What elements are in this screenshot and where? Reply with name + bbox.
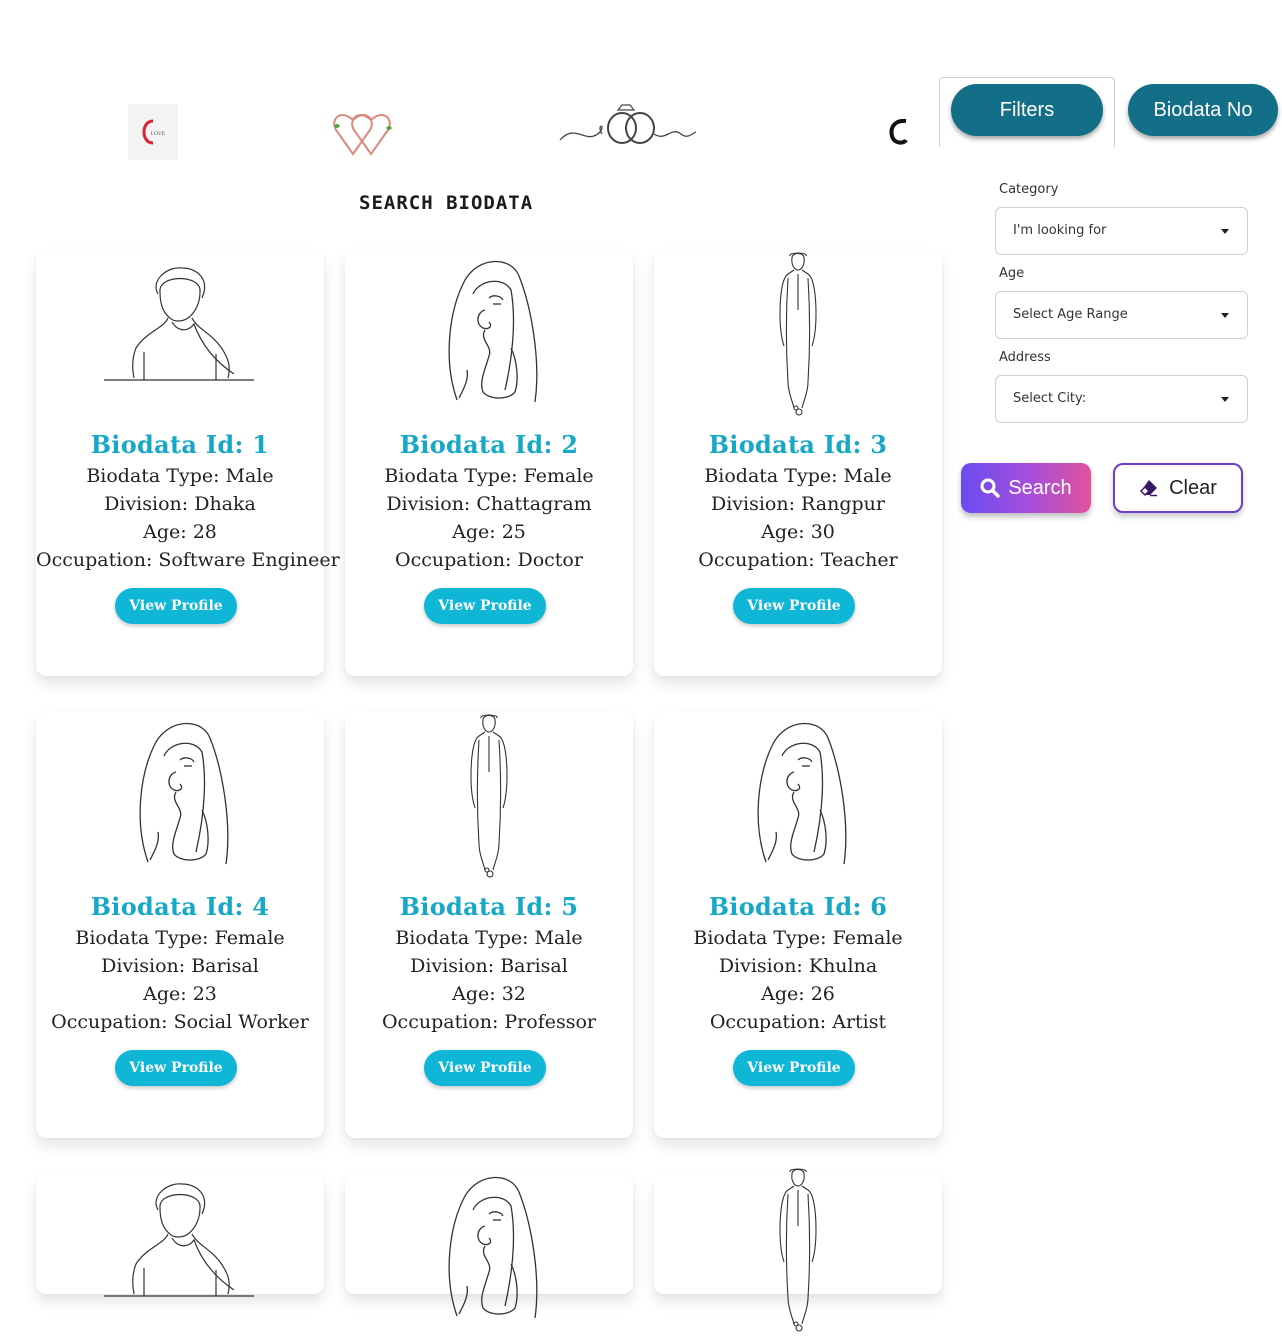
clear-button-label: Clear	[1169, 476, 1217, 499]
biodata-card-partial	[36, 1174, 324, 1297]
biodata-card: Biodata Id: 1 Biodata Type: Male Division:…	[36, 250, 340, 676]
biodata-age: Age: 23	[143, 983, 217, 1005]
search-button-label: Search	[1008, 476, 1072, 499]
profile-illustration	[84, 712, 276, 882]
biodata-division: Division: Khulna	[718, 955, 878, 977]
profile-illustration	[84, 1166, 276, 1336]
biodata-card-partial	[654, 1168, 942, 1332]
biodata-info: Biodata Type: Female Division: Chattagram…	[345, 462, 633, 574]
chevron-down-icon	[1221, 229, 1229, 234]
biodata-division: Division: Barisal	[410, 955, 568, 977]
view-profile-button[interactable]: View Profile	[115, 1050, 237, 1086]
biodata-age: Age: 32	[452, 983, 526, 1005]
view-profile-button[interactable]: View Profile	[115, 588, 237, 624]
age-select-value: Select Age Range	[1013, 307, 1128, 322]
biodata-occupation: Occupation: Doctor	[395, 549, 583, 571]
biodata-info: Biodata Type: Female Division: Khulna Age:…	[654, 924, 942, 1036]
view-profile-button[interactable]: View Profile	[424, 1050, 546, 1086]
biodata-age: Age: 28	[143, 521, 217, 543]
biodata-type: Biodata Type: Female	[693, 927, 903, 949]
biodata-info: Biodata Type: Male Division: Dhaka Age: 28…	[36, 462, 340, 574]
love-badge-logo: LOVE	[128, 104, 178, 160]
biodata-card: Biodata Id: 5 Biodata Type: Male Division:…	[345, 712, 633, 1138]
biodata-occupation: Occupation: Software Engineer	[36, 549, 340, 571]
partial-logo	[888, 116, 910, 148]
tab-filters[interactable]: Filters	[951, 84, 1103, 136]
profile-illustration	[702, 712, 894, 882]
biodata-type: Biodata Type: Female	[384, 465, 594, 487]
biodata-occupation: Occupation: Artist	[709, 1011, 887, 1033]
view-profile-button[interactable]: View Profile	[733, 1050, 855, 1086]
age-label: Age	[999, 266, 1025, 281]
biodata-card: Biodata Id: 2 Biodata Type: Female Divisio…	[345, 250, 633, 676]
address-label: Address	[999, 350, 1051, 365]
partial-logo-icon	[889, 118, 908, 145]
biodata-id: Biodata Id: 2	[399, 430, 579, 459]
biodata-type: Biodata Type: Female	[75, 927, 285, 949]
biodata-division: Division: Dhaka	[104, 493, 256, 515]
biodata-id: Biodata Id: 3	[708, 430, 888, 459]
profile-illustration	[393, 1166, 585, 1336]
biodata-type: Biodata Type: Male	[395, 927, 583, 949]
biodata-id: Biodata Id: 5	[399, 892, 579, 921]
biodata-age: Age: 25	[452, 521, 526, 543]
biodata-id: Biodata Id: 4	[90, 892, 270, 921]
biodata-division: Division: Rangpur	[710, 493, 885, 515]
biodata-id: Biodata Id: 6	[708, 892, 888, 921]
profile-illustration	[393, 712, 585, 882]
biodata-info: Biodata Type: Male Division: Rangpur Age: …	[654, 462, 942, 574]
address-select-value: Select City:	[1013, 391, 1087, 406]
chevron-down-icon	[1221, 397, 1229, 402]
profile-illustration	[702, 250, 894, 420]
hearts-icon	[333, 114, 392, 156]
view-profile-button[interactable]: View Profile	[424, 588, 546, 624]
biodata-card: Biodata Id: 3 Biodata Type: Male Division:…	[654, 250, 942, 676]
profile-illustration	[393, 250, 585, 420]
biodata-division: Division: Barisal	[101, 955, 259, 977]
biodata-info: Biodata Type: Male Division: Barisal Age: …	[345, 924, 633, 1036]
biodata-card: Biodata Id: 4 Biodata Type: Female Divisio…	[36, 712, 324, 1138]
hearts-logo	[328, 104, 398, 160]
clear-button[interactable]: Clear	[1113, 463, 1243, 513]
profile-illustration	[84, 250, 276, 420]
rings-icon	[559, 104, 697, 144]
chevron-down-icon	[1221, 313, 1229, 318]
biodata-occupation: Occupation: Social Worker	[51, 1011, 309, 1033]
biodata-card: Biodata Id: 6 Biodata Type: Female Divisio…	[654, 712, 942, 1138]
biodata-age: Age: 26	[761, 983, 835, 1005]
biodata-type: Biodata Type: Male	[86, 465, 274, 487]
category-label: Category	[999, 182, 1059, 197]
love-badge-icon: LOVE	[142, 119, 166, 145]
logo-text: LOVE	[151, 131, 166, 137]
page-title: SEARCH BIODATA	[359, 192, 534, 214]
view-profile-button[interactable]: View Profile	[733, 588, 855, 624]
biodata-occupation: Occupation: Professor	[381, 1011, 597, 1033]
biodata-division: Division: Chattagram	[386, 493, 592, 515]
tab-biodata-no[interactable]: Biodata No	[1128, 84, 1278, 136]
search-icon	[980, 478, 1001, 498]
biodata-card-partial	[345, 1174, 633, 1319]
biodata-age: Age: 30	[761, 521, 835, 543]
eraser-icon	[1140, 480, 1158, 497]
biodata-id: Biodata Id: 1	[90, 430, 270, 459]
address-select[interactable]: Select City:	[995, 375, 1248, 423]
biodata-type: Biodata Type: Male	[704, 465, 892, 487]
biodata-info: Biodata Type: Female Division: Barisal Age…	[36, 924, 324, 1036]
category-select[interactable]: I'm looking for	[995, 207, 1248, 255]
category-select-value: I'm looking for	[1013, 223, 1107, 238]
profile-illustration	[702, 1166, 894, 1336]
biodata-occupation: Occupation: Teacher	[698, 549, 898, 571]
age-select[interactable]: Select Age Range	[995, 291, 1248, 339]
search-button[interactable]: Search	[961, 463, 1091, 513]
rings-logo	[556, 102, 698, 152]
